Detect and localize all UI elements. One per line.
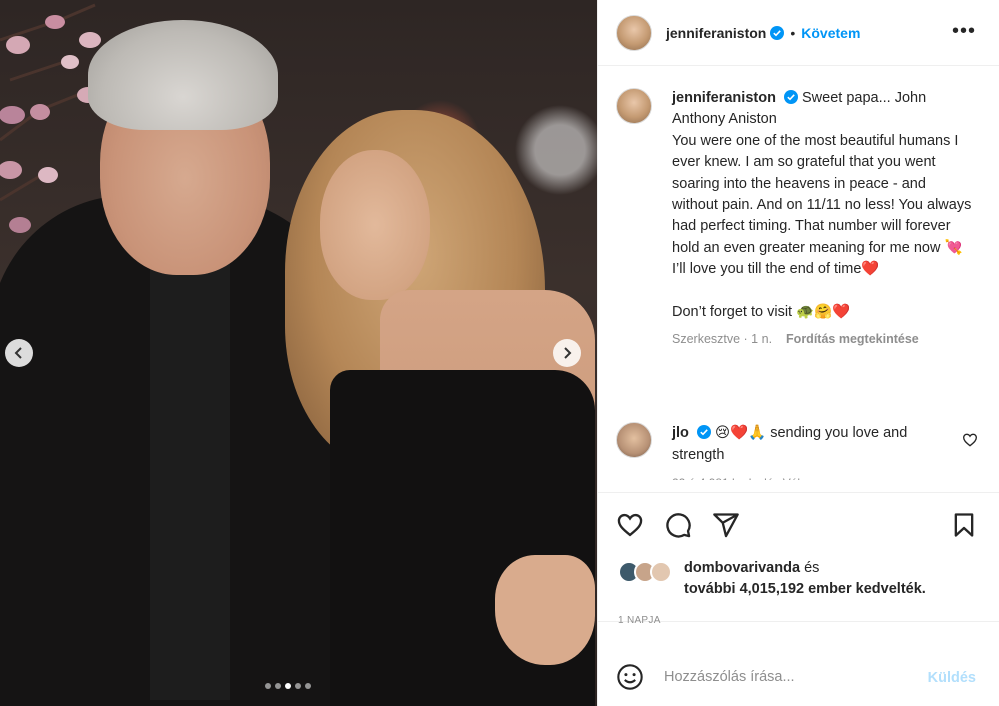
send-comment-button[interactable]: Küldés	[928, 670, 976, 686]
follow-button[interactable]: Követem	[801, 25, 860, 41]
emoji-picker-icon[interactable]	[616, 663, 644, 691]
caption-avatar[interactable]	[616, 88, 652, 124]
comment-bubble-icon[interactable]	[664, 511, 692, 539]
first-liker-username[interactable]: dombovarivanda	[684, 560, 800, 576]
like-heart-icon[interactable]	[616, 511, 644, 539]
more-options-icon[interactable]: •••	[952, 21, 976, 41]
post-actions: dombovarivanda és további 4,015,192 embe…	[598, 492, 999, 626]
caption-meta: Szerkesztve · 1 n. Fordítás megtekintése	[672, 329, 972, 350]
comment-input[interactable]	[664, 669, 924, 685]
verified-badge-icon	[696, 425, 711, 439]
post-caption: jenniferaniston Sweet papa... John Antho…	[616, 88, 986, 350]
liker-avatars	[618, 559, 680, 585]
comment-meta: 22 ó 4 981 kedvelés Válasz	[672, 472, 952, 480]
verified-badge-icon	[770, 25, 785, 40]
see-translation-link[interactable]: Fordítás megtekintése	[786, 332, 919, 346]
carousel-prev-button[interactable]	[5, 339, 33, 367]
man-shirt	[150, 260, 230, 700]
man-hair	[88, 20, 278, 130]
save-bookmark-icon[interactable]	[950, 511, 978, 539]
comment-body: jlo 😢❤️🙏 sending you love and strength 2…	[672, 422, 952, 480]
commenter-avatar[interactable]	[616, 422, 652, 458]
author-username[interactable]: jenniferaniston	[666, 25, 766, 41]
caption-body: jenniferaniston Sweet papa... John Antho…	[672, 88, 972, 350]
chevron-left-icon	[14, 347, 22, 359]
share-paper-plane-icon[interactable]	[712, 511, 740, 539]
carousel-dot	[275, 683, 281, 689]
likes-count[interactable]: dombovarivanda és további 4,015,192 embe…	[684, 558, 926, 600]
caption-line-2: You were one of the most beautiful human…	[672, 132, 972, 278]
woman-face	[320, 150, 430, 300]
comment-item: jlo 😢❤️🙏 sending you love and strength 2…	[616, 422, 986, 480]
woman-hand	[495, 555, 595, 665]
caption-username[interactable]: jenniferaniston	[672, 90, 776, 106]
carousel-dot	[265, 683, 271, 689]
verified-badge-icon	[783, 90, 798, 104]
comment-composer: Küldés	[598, 648, 999, 706]
likes-summary: dombovarivanda és további 4,015,192 embe…	[618, 559, 988, 600]
carousel-dot-active	[285, 683, 291, 689]
comments-section: jenniferaniston Sweet papa... John Antho…	[598, 66, 999, 492]
like-comment-heart-icon[interactable]	[962, 432, 978, 448]
post-photo[interactable]	[0, 0, 597, 706]
likes-and: és	[804, 560, 820, 576]
carousel-indicator	[265, 683, 311, 689]
carousel-dot	[305, 683, 311, 689]
post-header: jenniferaniston • Követem •••	[598, 0, 999, 66]
caption-line-3: Don’t forget to visit 🐢🤗❤️	[672, 303, 851, 320]
header-separator: •	[790, 24, 796, 41]
chevron-right-icon	[564, 347, 572, 359]
edited-label: Szerkesztve · 1 n.	[672, 332, 773, 347]
post-date[interactable]: 1 NAPJA	[618, 615, 661, 626]
likes-rest[interactable]: további 4,015,192 ember kedvelték.	[684, 581, 926, 597]
post-sidebar: jenniferaniston • Követem ••• jenniferan…	[597, 0, 999, 706]
liker-avatar[interactable]	[650, 561, 672, 583]
commenter-username[interactable]: jlo	[672, 425, 689, 441]
carousel-next-button[interactable]	[553, 339, 581, 367]
author-avatar[interactable]	[616, 14, 652, 51]
carousel-dot	[295, 683, 301, 689]
